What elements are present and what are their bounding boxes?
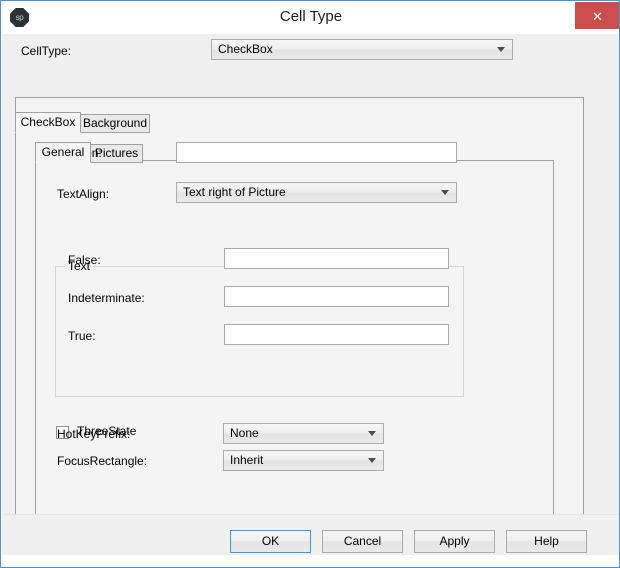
indeterminate-input[interactable] (224, 286, 449, 307)
cancel-button[interactable]: Cancel (322, 530, 403, 553)
tab-checkbox[interactable]: CheckBox (15, 112, 81, 133)
help-button[interactable]: Help (506, 530, 587, 553)
textalign-label: TextAlign: (57, 187, 110, 201)
textalign-combobox-value: Text right of Picture (183, 185, 286, 199)
hotkeyprefix-combobox[interactable]: None (223, 423, 384, 444)
hotkeyprefix-combobox-value: None (230, 426, 259, 440)
caption-input[interactable] (176, 142, 457, 163)
dialog-client-area: CellType: CheckBox CheckBox Background G… (2, 34, 619, 567)
hotkeyprefix-label: HotKeyPrefix: (57, 427, 131, 441)
title-bar: sp Cell Type ✕ (2, 2, 619, 34)
focusrectangle-label: FocusRectangle: (57, 454, 148, 468)
apply-button[interactable]: Apply (414, 530, 495, 553)
dialog-bottom-strip (2, 555, 619, 567)
chevron-down-icon (368, 458, 376, 463)
dialog-button-bar: OK Cancel Apply Help (2, 514, 619, 556)
false-label: False: (68, 253, 101, 267)
page-title: Cell Type (279, 8, 343, 25)
focusrectangle-combobox[interactable]: Inherit (223, 450, 384, 471)
indeterminate-label: Indeterminate: (68, 291, 145, 305)
false-input[interactable] (224, 248, 449, 269)
celltype-combobox[interactable]: CheckBox (211, 39, 513, 60)
textalign-combobox[interactable]: Text right of Picture (176, 182, 457, 203)
ok-button[interactable]: OK (230, 530, 311, 553)
tab-general[interactable]: General (35, 142, 91, 163)
chevron-down-icon (497, 47, 505, 52)
cell-type-dialog: sp Cell Type ✕ CellType: CheckBox CheckB… (0, 0, 620, 568)
celltype-combobox-value: CheckBox (218, 42, 273, 56)
chevron-down-icon (368, 431, 376, 436)
chevron-down-icon (441, 190, 449, 195)
celltype-label: CellType: (21, 44, 72, 58)
tab-background[interactable]: Background (80, 114, 150, 133)
focusrectangle-combobox-value: Inherit (230, 453, 264, 467)
close-icon[interactable]: ✕ (575, 2, 619, 29)
true-input[interactable] (224, 324, 449, 345)
true-label: True: (68, 329, 96, 343)
